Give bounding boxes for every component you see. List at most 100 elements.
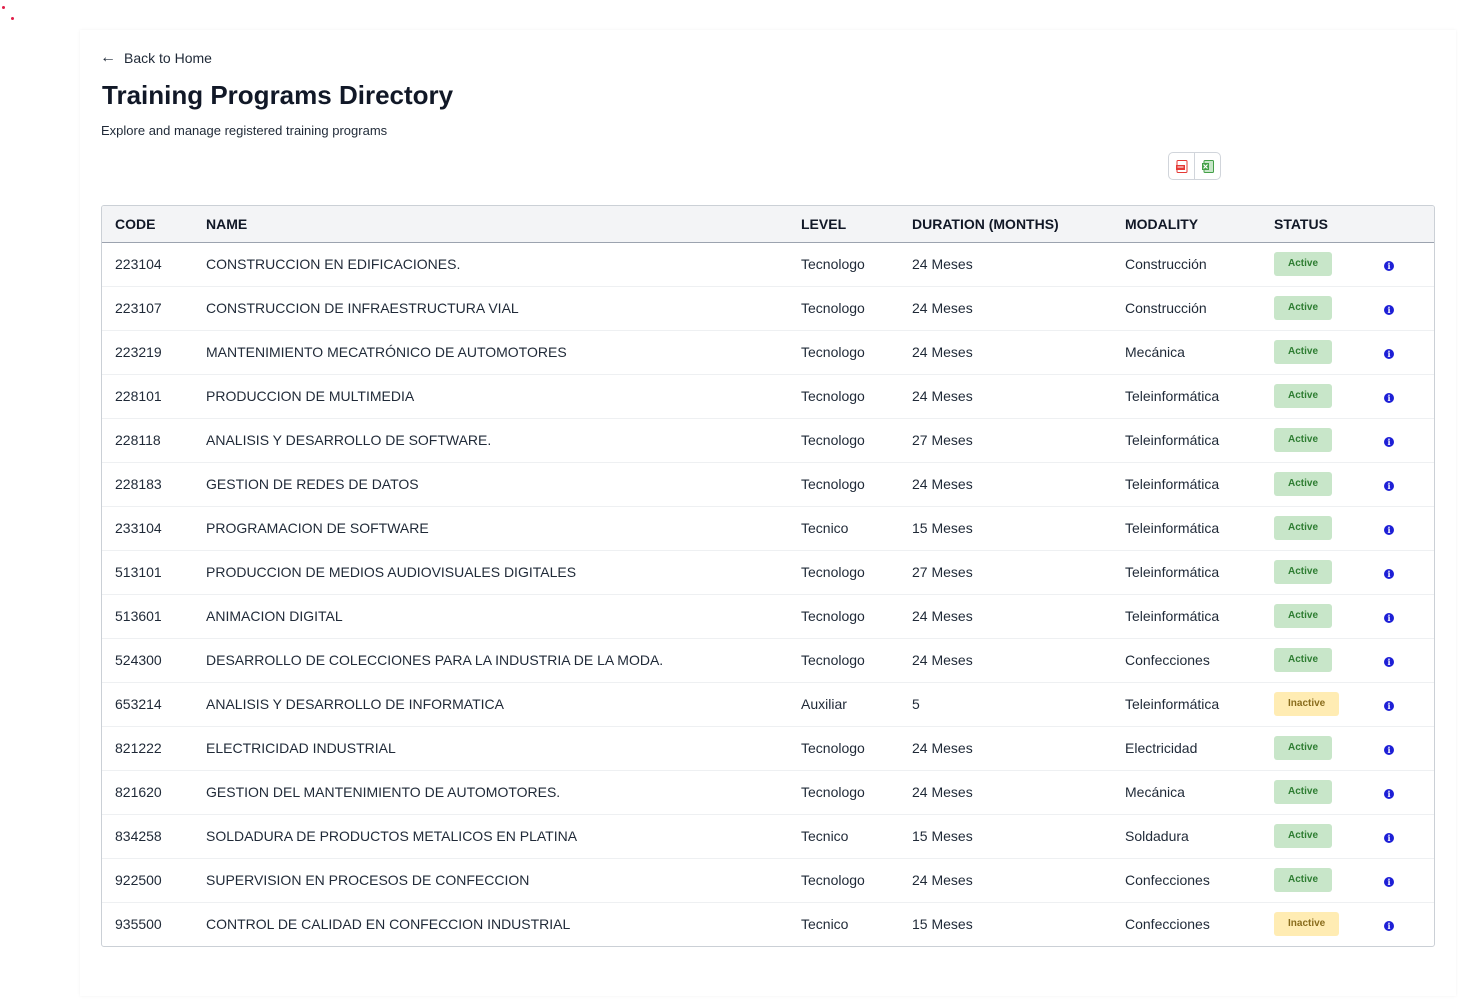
column-header-duration[interactable]: DURATION (MONTHS) bbox=[912, 206, 1125, 242]
cell-level: Tecnologo bbox=[801, 872, 865, 888]
table-row[interactable]: 228118 ANALISIS Y DESARROLLO DE SOFTWARE.… bbox=[102, 418, 1434, 462]
info-circle-icon[interactable]: i bbox=[1384, 349, 1394, 359]
cell-code: 223104 bbox=[115, 256, 162, 272]
info-circle-icon[interactable]: i bbox=[1384, 305, 1394, 315]
cell-actions: i bbox=[1384, 550, 1434, 594]
cell-modality: Confecciones bbox=[1125, 872, 1210, 888]
info-circle-icon[interactable]: i bbox=[1384, 701, 1394, 711]
info-circle-icon[interactable]: i bbox=[1384, 613, 1394, 623]
cell-code: 821222 bbox=[115, 740, 162, 756]
table-row[interactable]: 524300 DESARROLLO DE COLECCIONES PARA LA … bbox=[102, 638, 1434, 682]
column-header-actions bbox=[1384, 206, 1434, 242]
table-row[interactable]: 922500 SUPERVISION EN PROCESOS DE CONFECC… bbox=[102, 858, 1434, 902]
table-row[interactable]: 513601 ANIMACION DIGITAL Tecnologo 24 Meses… bbox=[102, 594, 1434, 638]
status-badge: Active bbox=[1274, 868, 1333, 892]
status-badge: Active bbox=[1274, 340, 1333, 364]
cell-name: CONTROL DE CALIDAD EN CONFECCION INDUSTR… bbox=[206, 916, 571, 933]
table-row[interactable]: 653214 ANALISIS Y DESARROLLO DE INFORMATI… bbox=[102, 682, 1434, 726]
cell-actions: i bbox=[1384, 462, 1434, 506]
table-row[interactable]: 821620 GESTION DEL MANTENIMIENTO DE AUTOM… bbox=[102, 770, 1434, 814]
info-circle-icon[interactable]: i bbox=[1384, 437, 1394, 447]
pdf-file-icon bbox=[1175, 159, 1187, 173]
status-badge: Active bbox=[1274, 604, 1333, 628]
cell-modality: Teleinformática bbox=[1125, 564, 1220, 580]
info-circle-icon[interactable]: i bbox=[1384, 789, 1394, 799]
cell-name: SUPERVISION EN PROCESOS DE CONFECCION bbox=[206, 872, 530, 888]
cell-status: Active bbox=[1274, 550, 1384, 594]
cell-name: PRODUCCION DE MEDIOS AUDIOVISUALES DIGIT… bbox=[206, 564, 577, 580]
cell-code: 228118 bbox=[115, 432, 161, 448]
cell-actions: i bbox=[1384, 374, 1434, 418]
info-circle-icon[interactable]: i bbox=[1384, 525, 1394, 535]
cell-modality: Teleinformática bbox=[1125, 696, 1220, 712]
cell-modality: Construcción bbox=[1125, 300, 1207, 316]
excel-file-icon bbox=[1201, 159, 1214, 173]
cell-name: ANALISIS Y DESARROLLO DE INFORMATICA bbox=[206, 696, 504, 712]
cell-actions: i bbox=[1384, 594, 1434, 638]
cell-code: 223107 bbox=[115, 300, 162, 316]
status-badge: Active bbox=[1274, 736, 1333, 760]
cell-name: SOLDADURA DE PRODUCTOS METALICOS EN PLAT… bbox=[206, 828, 578, 844]
cell-duration: 24 Meses bbox=[912, 608, 973, 624]
info-circle-icon[interactable]: i bbox=[1384, 481, 1394, 491]
cell-level: Tecnologo bbox=[801, 432, 865, 448]
info-circle-icon[interactable]: i bbox=[1384, 657, 1394, 667]
cell-actions: i bbox=[1384, 506, 1434, 550]
info-circle-icon[interactable]: i bbox=[1384, 569, 1394, 579]
cell-status: Active bbox=[1274, 506, 1384, 550]
cell-status: Active bbox=[1274, 770, 1384, 814]
back-to-home-link[interactable]: ← Back to Home bbox=[100, 50, 212, 67]
export-pdf-button[interactable] bbox=[1169, 153, 1194, 179]
cell-status: Active bbox=[1274, 594, 1384, 638]
table-row[interactable]: 223107 CONSTRUCCION DE INFRAESTRUCTURA VI… bbox=[102, 286, 1434, 330]
table-row[interactable]: 223104 CONSTRUCCION EN EDIFICACIONES. Tecn… bbox=[102, 242, 1434, 286]
cell-name: CONSTRUCCION DE INFRAESTRUCTURA VIAL bbox=[206, 300, 519, 316]
cell-level: Auxiliar bbox=[801, 696, 847, 712]
cell-name: CONSTRUCCION EN EDIFICACIONES. bbox=[206, 256, 461, 272]
info-circle-icon[interactable]: i bbox=[1384, 261, 1394, 271]
cell-duration: 15 Meses bbox=[912, 828, 973, 844]
column-header-status[interactable]: STATUS bbox=[1274, 206, 1384, 242]
cell-status: Active bbox=[1274, 638, 1384, 682]
info-circle-icon[interactable]: i bbox=[1384, 877, 1394, 887]
table-row[interactable]: 233104 PROGRAMACION DE SOFTWARE Tecnico 15 … bbox=[102, 506, 1434, 550]
cell-modality: Teleinformática bbox=[1125, 388, 1220, 404]
cell-duration: 24 Meses bbox=[912, 300, 973, 316]
cell-modality: Electricidad bbox=[1125, 740, 1198, 756]
status-badge: Active bbox=[1274, 824, 1333, 848]
table-row[interactable]: 935500 CONTROL DE CALIDAD EN CONFECCION I… bbox=[102, 902, 1434, 946]
cell-level: Tecnologo bbox=[801, 476, 865, 492]
cell-level: Tecnologo bbox=[801, 344, 865, 360]
column-header-code[interactable]: CODE bbox=[102, 206, 206, 242]
column-header-name[interactable]: NAME bbox=[206, 206, 801, 242]
table-row[interactable]: 821222 ELECTRICIDAD INDUSTRIAL Tecnologo 24… bbox=[102, 726, 1434, 770]
cell-level: Tecnico bbox=[801, 828, 849, 844]
cell-code: 653214 bbox=[115, 696, 162, 712]
cell-level: Tecnologo bbox=[801, 784, 865, 800]
info-circle-icon[interactable]: i bbox=[1384, 393, 1394, 403]
cell-duration: 24 Meses bbox=[912, 344, 973, 360]
cell-modality: Teleinformática bbox=[1125, 608, 1220, 624]
info-circle-icon[interactable]: i bbox=[1384, 745, 1394, 755]
info-circle-icon[interactable]: i bbox=[1384, 833, 1394, 843]
column-header-modality[interactable]: MODALITY bbox=[1125, 206, 1274, 242]
cell-status: Active bbox=[1274, 858, 1384, 902]
cell-actions: i bbox=[1384, 418, 1434, 462]
table-row[interactable]: 513101 PRODUCCION DE MEDIOS AUDIOVISUALES… bbox=[102, 550, 1434, 594]
column-header-level[interactable]: LEVEL bbox=[801, 206, 912, 242]
cell-duration: 5 bbox=[912, 696, 920, 712]
cell-actions: i bbox=[1384, 902, 1434, 946]
table-row[interactable]: 228183 GESTION DE REDES DE DATOS Tecnologo… bbox=[102, 462, 1434, 506]
cell-modality: Mecánica bbox=[1125, 344, 1185, 360]
cell-actions: i bbox=[1384, 682, 1434, 726]
table-row[interactable]: 228101 PRODUCCION DE MULTIMEDIA Tecnologo 2… bbox=[102, 374, 1434, 418]
table-row[interactable]: 223219 MANTENIMIENTO MECATRÓNICO DE AUTOM… bbox=[102, 330, 1434, 374]
cell-code: 513101 bbox=[115, 564, 162, 580]
table-row[interactable]: 834258 SOLDADURA DE PRODUCTOS METALICOS E… bbox=[102, 814, 1434, 858]
cell-code: 233104 bbox=[115, 520, 162, 536]
cell-name: ANIMACION DIGITAL bbox=[206, 608, 343, 624]
export-excel-button[interactable] bbox=[1194, 153, 1220, 179]
cell-code: 524300 bbox=[115, 652, 162, 668]
info-circle-icon[interactable]: i bbox=[1384, 921, 1394, 932]
cell-code: 228183 bbox=[115, 476, 162, 492]
